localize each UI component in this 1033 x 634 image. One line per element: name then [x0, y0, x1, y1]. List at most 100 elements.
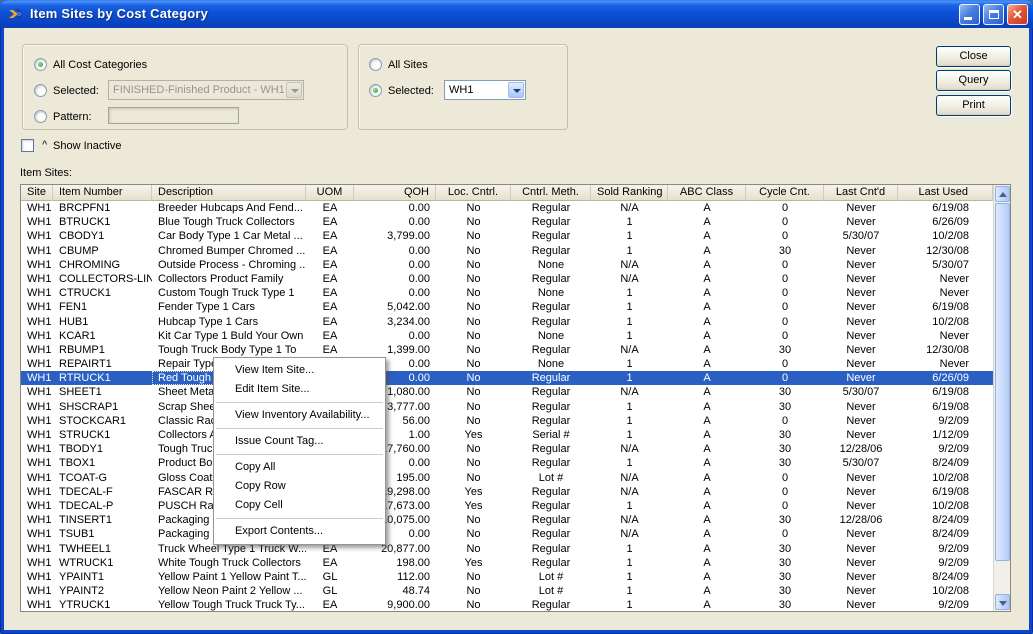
column-header[interactable]: Cycle Cnt. [746, 185, 824, 201]
table-cell[interactable]: Yes [436, 499, 511, 513]
table-cell[interactable]: Never [824, 272, 898, 286]
table-cell[interactable]: A [668, 244, 746, 258]
table-cell[interactable]: Regular [511, 556, 591, 570]
cost-category-combobox[interactable]: FINISHED-Finished Product - WH1 [108, 80, 304, 100]
table-cell[interactable]: 0 [746, 329, 824, 343]
table-cell[interactable]: Never [824, 570, 898, 584]
table-cell[interactable]: EA [306, 272, 354, 286]
column-header[interactable]: UOM [306, 185, 354, 201]
table-cell[interactable]: Never [824, 584, 898, 598]
table-cell[interactable]: 0 [746, 229, 824, 243]
table-cell[interactable]: 0 [746, 258, 824, 272]
table-cell[interactable]: 5,042.00 [354, 300, 436, 314]
table-cell[interactable]: WH1 [21, 201, 53, 215]
table-cell[interactable]: 1 [591, 229, 668, 243]
table-cell[interactable]: A [668, 414, 746, 428]
table-row[interactable]: WH1TSUB1PackagingEA0.00NoRegularN/AA0Nev… [21, 527, 993, 541]
table-cell[interactable]: Regular [511, 513, 591, 527]
table-cell[interactable]: White Tough Truck Collectors [152, 556, 306, 570]
table-cell[interactable]: 30 [746, 442, 824, 456]
table-cell[interactable]: Regular [511, 343, 591, 357]
table-cell[interactable]: Chromed Bumper Chromed ... [152, 244, 306, 258]
table-cell[interactable]: 0 [746, 286, 824, 300]
chevron-down-icon[interactable] [286, 82, 302, 98]
table-cell[interactable]: 30 [746, 385, 824, 399]
table-cell[interactable]: A [668, 598, 746, 611]
table-cell[interactable]: CTRUCK1 [53, 286, 152, 300]
table-cell[interactable]: Regular [511, 385, 591, 399]
table-cell[interactable]: A [668, 513, 746, 527]
table-row[interactable]: WH1REPAIRT1Repair TypeEA0.00NoNone1A0Nev… [21, 357, 993, 371]
table-cell[interactable]: 9/2/09 [898, 556, 993, 570]
table-cell[interactable]: Never [824, 485, 898, 499]
table-cell[interactable]: EA [306, 598, 354, 611]
table-cell[interactable]: A [668, 215, 746, 229]
table-row[interactable]: WH1YPAINT2Yellow Neon Paint 2 Yellow ...… [21, 584, 993, 598]
table-cell[interactable]: No [436, 584, 511, 598]
table-cell[interactable]: 30 [746, 584, 824, 598]
table-cell[interactable]: 1 [591, 300, 668, 314]
table-cell[interactable]: TCOAT-G [53, 471, 152, 485]
table-cell[interactable]: Never [824, 542, 898, 556]
table-cell[interactable]: No [436, 400, 511, 414]
table-row[interactable]: WH1TBOX1Product BoEA0.00NoRegular1A305/3… [21, 456, 993, 470]
column-header[interactable]: Last Used [898, 185, 993, 201]
table-cell[interactable]: 30 [746, 556, 824, 570]
table-cell[interactable]: Yellow Neon Paint 2 Yellow ... [152, 584, 306, 598]
table-cell[interactable]: EA [306, 244, 354, 258]
table-cell[interactable]: Regular [511, 371, 591, 385]
table-cell[interactable]: Breeder Hubcaps And Fend... [152, 201, 306, 215]
window-maximize-button[interactable] [983, 4, 1004, 25]
table-cell[interactable]: 1 [591, 556, 668, 570]
table-row[interactable]: WH1SHEET1Sheet MetaEA1,080.00NoRegularN/… [21, 385, 993, 399]
table-row[interactable]: WH1RTRUCK1Red ToughEA0.00NoRegular1A0Nev… [21, 371, 993, 385]
table-cell[interactable]: 30 [746, 570, 824, 584]
table-cell[interactable]: WH1 [21, 286, 53, 300]
table-cell[interactable]: WH1 [21, 400, 53, 414]
table-cell[interactable]: WH1 [21, 300, 53, 314]
table-cell[interactable]: Never [824, 215, 898, 229]
table-cell[interactable]: 1 [591, 570, 668, 584]
table-cell[interactable]: WH1 [21, 244, 53, 258]
table-cell[interactable]: WH1 [21, 485, 53, 499]
table-cell[interactable]: 0.00 [354, 244, 436, 258]
table-cell[interactable]: 12/30/08 [898, 244, 993, 258]
table-cell[interactable]: WTRUCK1 [53, 556, 152, 570]
table-cell[interactable]: 5/30/07 [898, 258, 993, 272]
table-cell[interactable]: EA [306, 229, 354, 243]
table-cell[interactable]: 1 [591, 315, 668, 329]
table-row[interactable]: WH1TBODY1Tough TrucEA17,760.00NoRegularN… [21, 442, 993, 456]
table-cell[interactable]: Regular [511, 300, 591, 314]
table-cell[interactable]: No [436, 215, 511, 229]
context-menu-item[interactable]: Export Contents... [214, 522, 385, 541]
table-cell[interactable]: 9/2/09 [898, 542, 993, 556]
table-cell[interactable]: Tough Truck Body Type 1 To [152, 343, 306, 357]
table-cell[interactable]: No [436, 414, 511, 428]
table-cell[interactable]: Outside Process - Chroming ... [152, 258, 306, 272]
table-cell[interactable]: Lot # [511, 570, 591, 584]
table-cell[interactable]: A [668, 456, 746, 470]
table-cell[interactable]: No [436, 343, 511, 357]
table-cell[interactable]: 0 [746, 471, 824, 485]
table-cell[interactable]: Regular [511, 456, 591, 470]
table-cell[interactable]: Regular [511, 598, 591, 611]
table-cell[interactable]: No [436, 286, 511, 300]
table-cell[interactable]: 6/19/08 [898, 201, 993, 215]
table-cell[interactable]: A [668, 357, 746, 371]
table-cell[interactable]: 6/19/08 [898, 400, 993, 414]
table-cell[interactable]: 0 [746, 414, 824, 428]
table-cell[interactable]: 10/2/08 [898, 584, 993, 598]
vertical-scrollbar[interactable] [993, 185, 1010, 611]
table-cell[interactable]: 8/24/09 [898, 456, 993, 470]
table-cell[interactable]: 0 [746, 215, 824, 229]
table-cell[interactable]: A [668, 428, 746, 442]
table-cell[interactable]: Never [824, 471, 898, 485]
table-cell[interactable]: 48.74 [354, 584, 436, 598]
table-cell[interactable]: WH1 [21, 343, 53, 357]
table-cell[interactable]: N/A [591, 527, 668, 541]
table-cell[interactable]: TBOX1 [53, 456, 152, 470]
table-cell[interactable]: Regular [511, 485, 591, 499]
table-cell[interactable]: Regular [511, 542, 591, 556]
table-cell[interactable]: WH1 [21, 272, 53, 286]
context-menu-item[interactable]: View Item Site... [214, 361, 385, 380]
